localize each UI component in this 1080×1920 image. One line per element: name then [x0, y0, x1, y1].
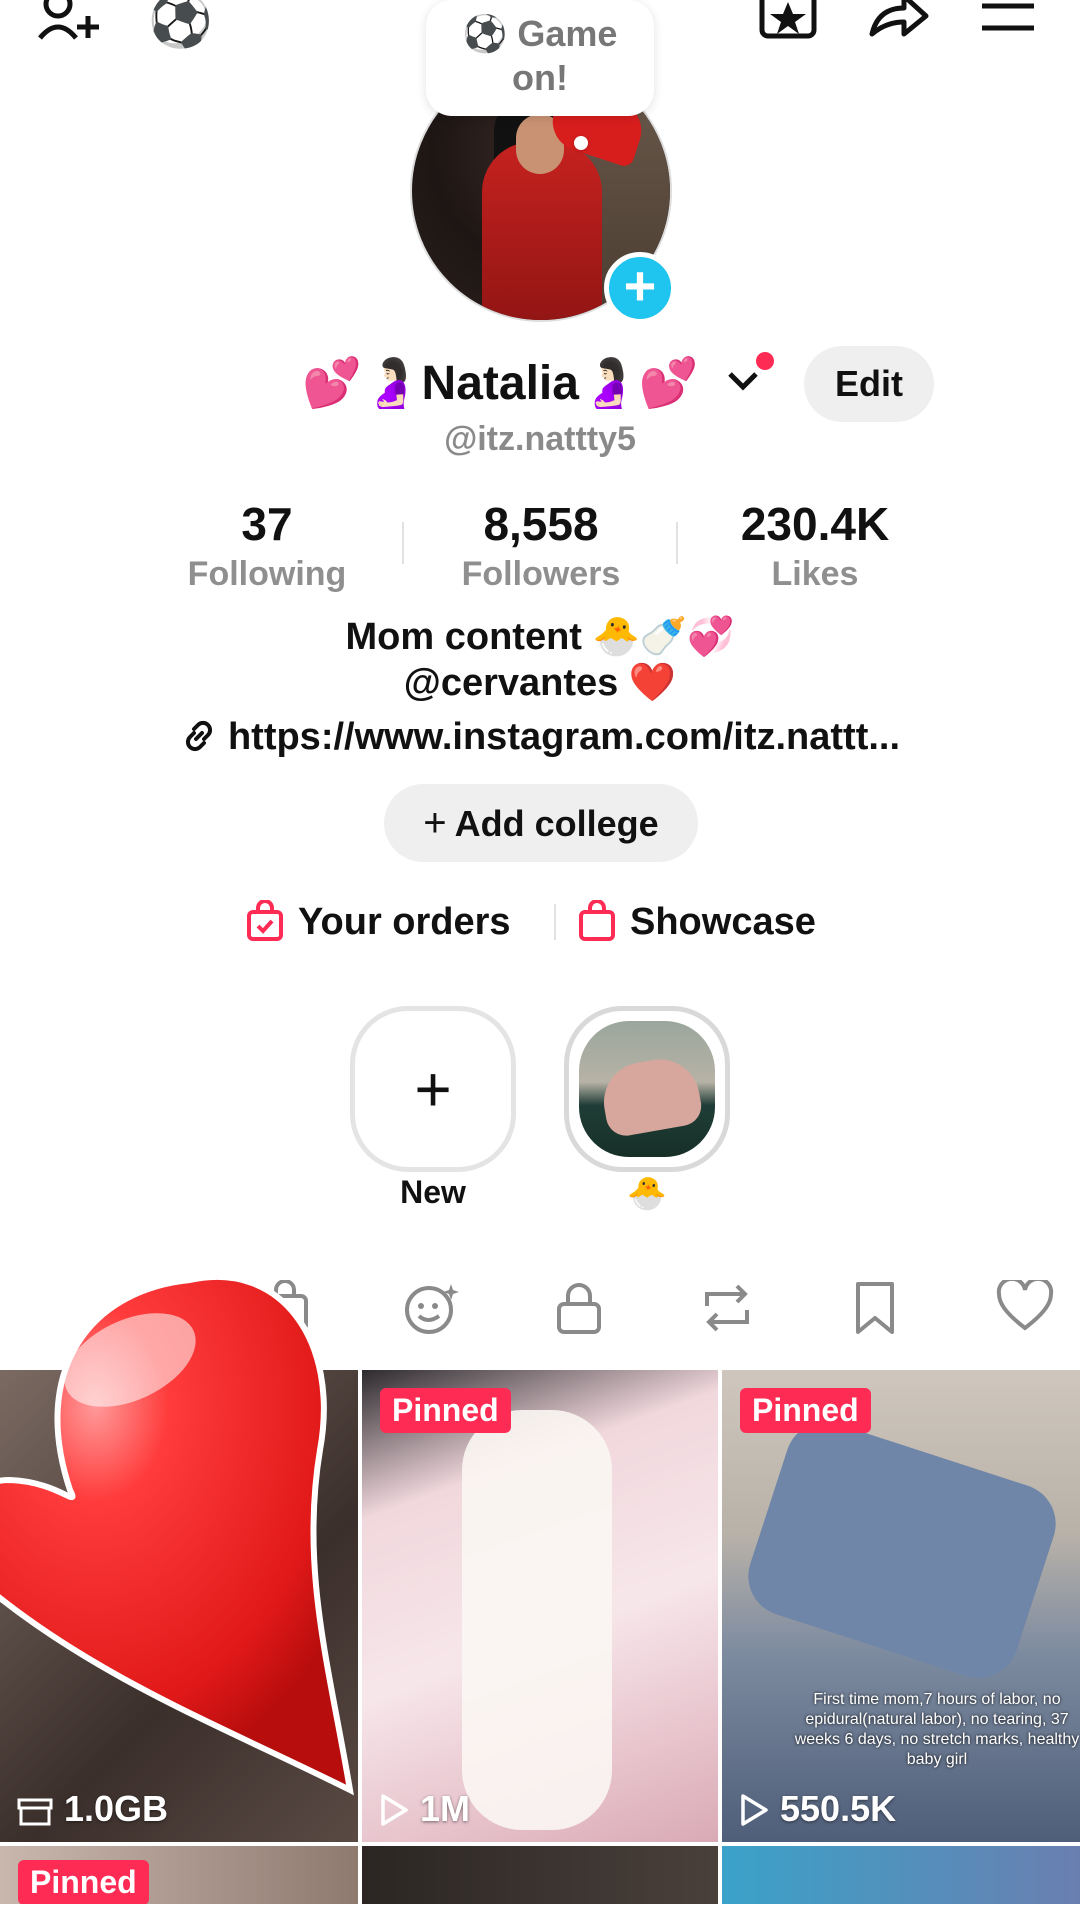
profile-stats: 37 Following 8,558 Followers 230.4K Like… — [130, 496, 950, 596]
play-icon — [741, 1794, 768, 1826]
edit-profile-button[interactable]: Edit — [804, 346, 934, 422]
bio-line: @cervantes ❤️ — [403, 662, 677, 704]
lock-icon — [557, 1283, 601, 1334]
soccer-ball-icon[interactable]: ⚽ — [148, 0, 213, 51]
story-highlight[interactable] — [564, 1006, 730, 1172]
add-story-badge-icon[interactable]: + — [604, 252, 676, 324]
tab-private[interactable] — [544, 1280, 614, 1350]
ai-face-icon — [405, 1284, 459, 1334]
add-friend-icon[interactable] — [36, 0, 106, 44]
plus-icon: + — [423, 801, 447, 845]
tab-favorites[interactable] — [840, 1280, 910, 1350]
play-icon — [381, 1794, 408, 1826]
plus-icon: + — [414, 1053, 452, 1125]
share-icon[interactable] — [866, 0, 930, 42]
video-stats: 550.5K — [738, 1788, 896, 1830]
shopping-bag-icon — [579, 899, 615, 941]
profile-bio: Mom content 🐣🍼💞 @cervantes ❤️ — [0, 614, 1080, 706]
add-college-button[interactable]: + Add college — [384, 784, 698, 862]
story-thumbnail — [579, 1021, 715, 1157]
status-bubble[interactable]: ⚽ Game on! — [426, 0, 654, 116]
link-icon — [185, 720, 213, 752]
shop-row: Your orders Showcase — [0, 894, 1080, 950]
pinned-badge: Pinned — [18, 1860, 149, 1905]
stat-likes[interactable]: 230.4K Likes — [678, 496, 952, 596]
your-orders-link[interactable]: Your orders — [246, 894, 511, 950]
add-college-label: Add college — [454, 803, 659, 844]
menu-icon[interactable] — [980, 0, 1036, 40]
new-story-button[interactable]: + — [350, 1006, 516, 1172]
bookmark-icon — [856, 1282, 894, 1334]
story-label: New — [400, 1174, 466, 1210]
pinned-badge: Pinned — [740, 1388, 871, 1433]
repost-icon — [705, 1284, 749, 1332]
stat-following[interactable]: 37 Following — [130, 496, 404, 596]
tab-ai[interactable] — [396, 1280, 466, 1350]
video-tile[interactable]: Pinned 1M — [362, 1370, 718, 1842]
notification-dot — [756, 352, 774, 370]
stat-value: 8,558 — [483, 498, 599, 550]
bio-link-text: https://www.instagram.com/itz.nattt... — [227, 716, 901, 758]
heart-icon — [996, 1280, 1054, 1331]
video-views: 550.5K — [780, 1788, 897, 1829]
pinned-badge: Pinned — [380, 1388, 511, 1433]
profile-handle: @itz.nattty5 — [444, 420, 636, 458]
status-bubble-text: ⚽ Game on! — [462, 13, 618, 98]
stat-value: 37 — [241, 498, 293, 550]
tab-liked[interactable] — [990, 1280, 1060, 1350]
stat-followers[interactable]: 8,558 Followers — [404, 496, 678, 596]
bio-link[interactable]: https://www.instagram.com/itz.nattt... — [0, 716, 1080, 759]
tab-reposts[interactable] — [692, 1280, 762, 1350]
video-tile[interactable]: Pinned First time mom,7 hours of labor, … — [722, 1370, 1080, 1842]
stat-value: 230.4K — [740, 498, 890, 550]
heart-sticker-overlay — [0, 1273, 354, 1796]
story-label: 🐣 — [627, 1175, 667, 1211]
stat-label: Followers — [461, 555, 621, 593]
showcase-label: Showcase — [630, 901, 816, 943]
video-views: 1M — [420, 1788, 471, 1829]
divider — [554, 904, 556, 940]
showcase-link[interactable]: Showcase — [578, 894, 816, 950]
video-stats: 1M — [378, 1788, 470, 1830]
bubble-tail-dot — [574, 136, 588, 150]
chevron-down-icon[interactable] — [726, 370, 760, 397]
profile-name: 💕🤰🏻Natalia🤰🏻💕 — [302, 357, 699, 410]
your-orders-label: Your orders — [298, 901, 511, 943]
bio-line: Mom content 🐣🍼💞 — [345, 616, 735, 658]
video-caption-overlay: First time mom,7 hours of labor, no epid… — [794, 1691, 1080, 1768]
order-bag-icon — [247, 899, 283, 941]
stat-label: Likes — [771, 555, 859, 593]
star-badge-icon[interactable] — [758, 0, 818, 42]
stat-label: Following — [187, 555, 347, 593]
bottom-nav-edge — [0, 1904, 1080, 1920]
